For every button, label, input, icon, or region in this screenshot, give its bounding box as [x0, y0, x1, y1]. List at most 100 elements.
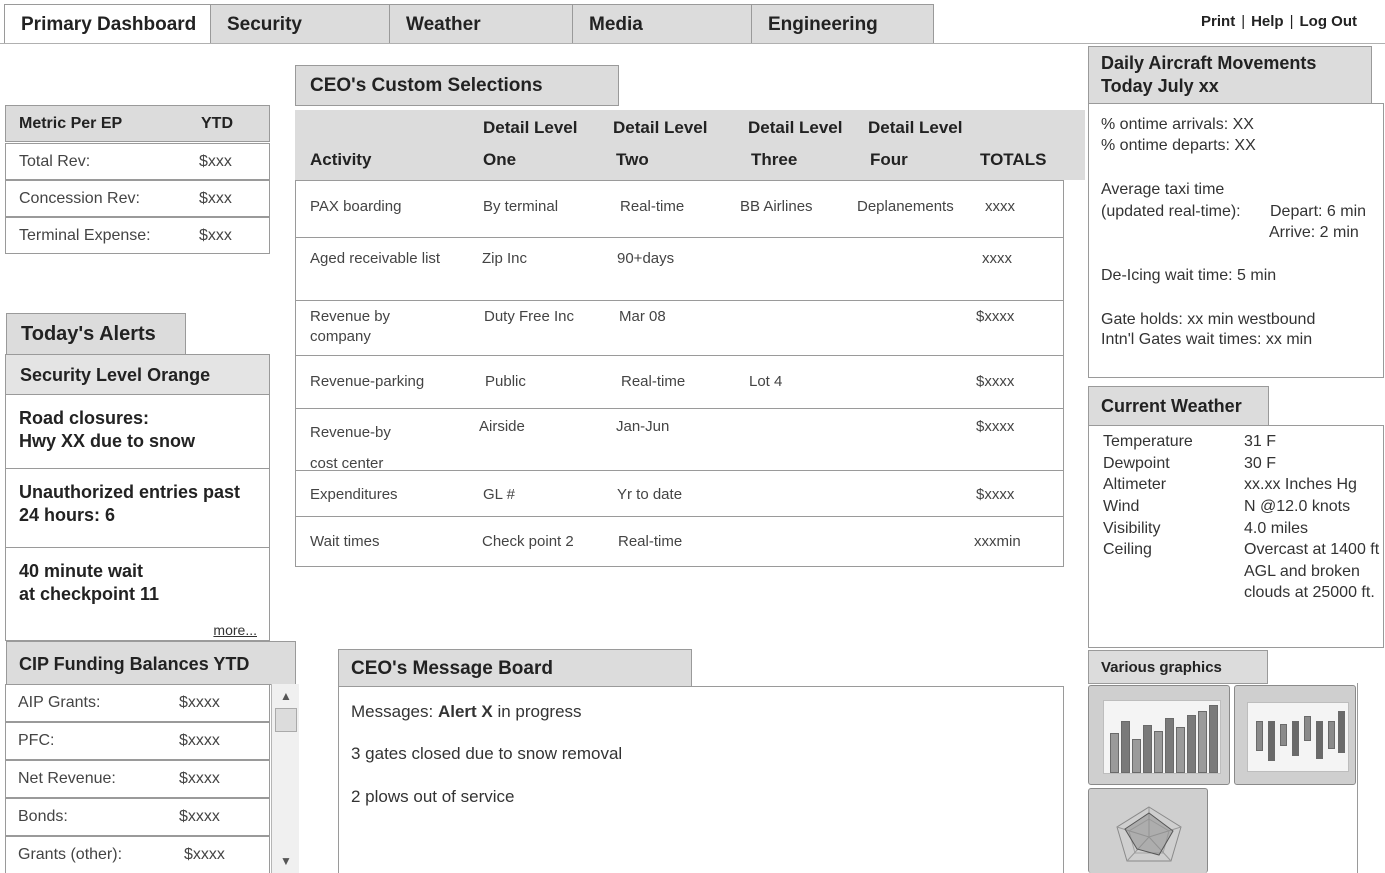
alert-line: Road closures: [19, 408, 150, 428]
cell-total: $xxxx [976, 486, 1015, 503]
alert-line: Hwy XX due to snow [19, 431, 196, 451]
cell-total: xxxx [982, 250, 1012, 267]
alerts-title: Today's Alerts [6, 313, 186, 355]
weather-label: Visibility [1103, 520, 1161, 537]
cip-row: AIP Grants: $xxxx [6, 684, 270, 722]
alert-line: at checkpoint 11 [19, 584, 160, 604]
tab-media[interactable]: Media [572, 4, 752, 44]
metric-label: Terminal Expense: [19, 227, 151, 244]
ceo-table-header: Activity Detail Level One Detail Level T… [295, 110, 1085, 180]
alerts-panel: Security Level Orange Road closures: Hwy… [5, 354, 270, 641]
metric-label: Total Rev: [19, 153, 91, 170]
cell-detail-two: 90+days [617, 250, 675, 267]
table-row[interactable]: Revenue-parking Public Real-time Lot 4 $… [296, 356, 1063, 409]
print-link[interactable]: Print [1201, 13, 1235, 30]
scrollbar-thumb[interactable] [275, 708, 297, 732]
logout-link[interactable]: Log Out [1300, 13, 1357, 30]
table-row[interactable]: Expenditures GL # Yr to date $xxxx [296, 471, 1063, 517]
cell-detail-one: Check point 2 [482, 533, 574, 550]
table-row[interactable]: Wait times Check point 2 Real-time xxxmi… [296, 517, 1063, 566]
gate-holds: Gate holds: xx min westbound [1101, 311, 1316, 328]
cell-activity: Revenue by company [310, 308, 391, 345]
aircraft-movements-title: Daily Aircraft Movements Today July xx [1088, 46, 1372, 104]
cell-detail-two: Real-time [618, 533, 683, 550]
tab-security[interactable]: Security [210, 4, 390, 44]
cell-detail-one: Public [485, 373, 526, 390]
scroll-down-icon[interactable]: ▼ [276, 850, 296, 872]
cip-value: $xxxx [179, 770, 220, 787]
weather-value: N @12.0 knots [1244, 498, 1351, 515]
cip-row: PFC: $xxxx [6, 722, 270, 760]
cip-label: Grants (other): [18, 846, 123, 863]
message-line: 3 gates closed due to snow removal [351, 744, 623, 763]
table-row[interactable]: Aged receivable list Zip Inc 90+days xxx… [296, 238, 1063, 301]
col-header-detail-three: Detail Level [748, 118, 843, 137]
top-links: Print | Help | Log Out [1201, 13, 1357, 30]
ytd-header-label: YTD [201, 115, 233, 132]
weather-label: Ceiling [1103, 541, 1152, 558]
cell-activity: Revenue-by cost center [310, 424, 391, 472]
cell-total: $xxxx [976, 373, 1015, 390]
alert-item[interactable]: Unauthorized entries past 24 hours: 6 [6, 469, 269, 548]
cell-detail-two: Real-time [620, 198, 685, 215]
weather-value: 4.0 miles [1244, 520, 1309, 537]
ontime-arrivals: % ontime arrivals: XX [1101, 116, 1254, 133]
cell-detail-one: Airside [479, 418, 525, 435]
tab-primary-dashboard[interactable]: Primary Dashboard [4, 4, 211, 44]
cell-detail-three: BB Airlines [740, 198, 813, 215]
weather-value: Overcast at 1400 ft AGL and broken cloud… [1244, 541, 1380, 602]
deicing-wait: De-Icing wait time: 5 min [1101, 267, 1277, 284]
metrics-header: Metric Per EP YTD [5, 105, 270, 142]
message-line: 2 plows out of service [351, 787, 515, 806]
bar-chart-thumbnail[interactable] [1088, 685, 1230, 785]
taxi-arrive: Arrive: 2 min [1269, 224, 1359, 241]
col-header-totals: TOTALS [980, 150, 1047, 169]
message-board-title: CEO's Message Board [338, 649, 692, 687]
graphics-title: Various graphics [1088, 650, 1268, 684]
weather-label: Altimeter [1103, 476, 1167, 493]
cip-value: $xxxx [184, 846, 225, 863]
message-board: Messages: Alert X in progress 3 gates cl… [338, 686, 1064, 873]
metric-value: $xxx [199, 227, 232, 244]
metric-label: Concession Rev: [19, 190, 140, 207]
weather-title: Current Weather [1088, 386, 1269, 426]
col-header-detail-four: Detail Level [868, 118, 963, 137]
table-row[interactable]: Revenue-by cost center Airside Jan-Jun $… [296, 409, 1063, 472]
radar-chart-icon [1116, 806, 1182, 862]
table-row[interactable]: Revenue by company Duty Free Inc Mar 08 … [296, 301, 1063, 356]
table-row[interactable]: PAX boarding By terminal Real-time BB Ai… [296, 181, 1063, 238]
tab-label: Primary Dashboard [21, 14, 197, 35]
alert-line: 40 minute wait [19, 561, 144, 581]
range-chart-thumbnail[interactable] [1234, 685, 1356, 785]
cell-activity: PAX boarding [310, 198, 402, 215]
cell-activity: Wait times [310, 533, 380, 550]
taxi-depart: Depart: 6 min [1270, 203, 1367, 220]
scroll-up-icon[interactable]: ▲ [276, 685, 296, 707]
help-link[interactable]: Help [1251, 13, 1284, 30]
cip-label: PFC: [18, 732, 55, 749]
metric-value: $xxx [199, 153, 232, 170]
cell-detail-four: Deplanements [857, 198, 954, 215]
cell-detail-one: By terminal [483, 198, 559, 215]
message-alert[interactable]: Alert X [438, 702, 493, 721]
ontime-departs: % ontime departs: XX [1101, 137, 1256, 154]
security-level: Security Level Orange [6, 355, 269, 395]
tab-engineering[interactable]: Engineering [751, 4, 934, 44]
tab-label: Security [227, 14, 302, 35]
cip-panel: AIP Grants: $xxxx PFC: $xxxx Net Revenue… [5, 684, 299, 873]
cell-activity: Aged receivable list [310, 250, 441, 267]
cip-value: $xxxx [179, 808, 220, 825]
weather-panel: Temperature 31 F Dewpoint 30 F Altimeter… [1088, 425, 1384, 648]
alert-line: 24 hours: 6 [19, 505, 116, 525]
cip-label: Net Revenue: [18, 770, 116, 787]
alert-item[interactable]: Road closures: Hwy XX due to snow [6, 395, 269, 469]
separator: | [1241, 13, 1246, 30]
cip-row: Bonds: $xxxx [6, 798, 270, 836]
tab-weather[interactable]: Weather [389, 4, 573, 44]
cell-activity: Expenditures [310, 486, 398, 503]
radar-chart-thumbnail[interactable] [1088, 788, 1208, 873]
cip-scrollbar[interactable]: ▲ ▼ [271, 684, 299, 873]
col-header-detail-two: Detail Level [613, 118, 708, 137]
more-link[interactable]: more... [213, 622, 257, 638]
weather-label: Temperature [1103, 433, 1193, 450]
